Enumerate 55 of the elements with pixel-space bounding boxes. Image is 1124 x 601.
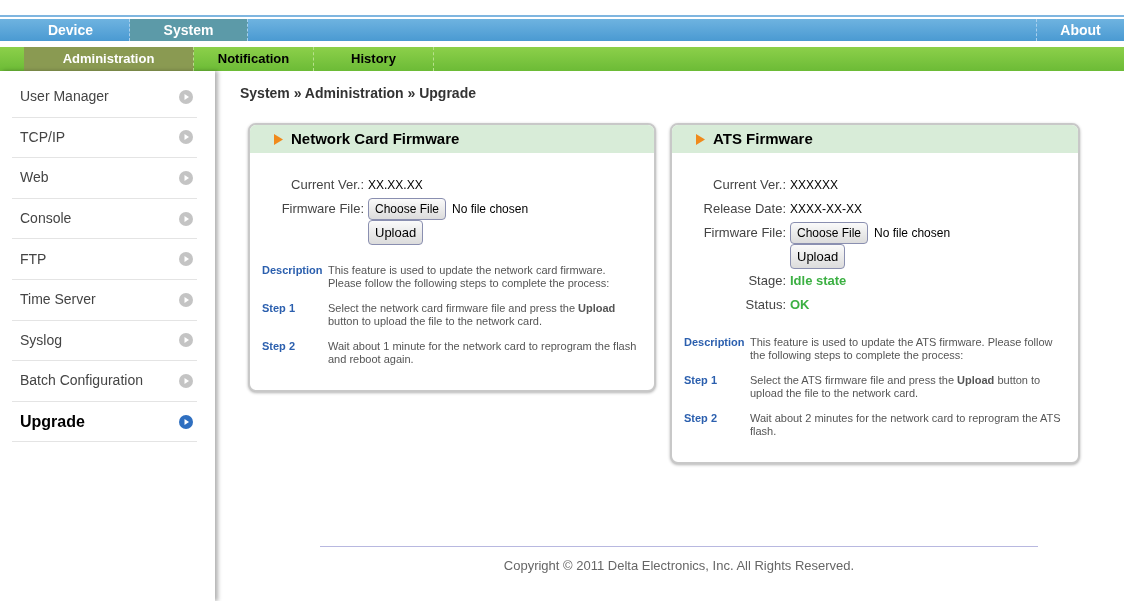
- status-value: Idle state: [790, 271, 847, 290]
- step-text: Wait about 2 minutes for the network card to reprogram the ATS flash.: [750, 412, 1062, 438]
- step-text: Select the network card firmware file and press the Upload button to upload the file to the network card.: [328, 302, 617, 328]
- sidebar-item[interactable]: Upgrade: [12, 401, 197, 443]
- sidebar-item[interactable]: Time Server: [12, 279, 197, 321]
- choose-file-button[interactable]: Choose File: [790, 221, 869, 244]
- arrow-circle-icon: [179, 333, 193, 348]
- field-label: Current Ver.:: [713, 176, 786, 192]
- step-label: Step 2: [684, 412, 718, 426]
- sub-nav-tab[interactable]: History: [314, 47, 434, 71]
- arrow-circle-icon: [179, 89, 193, 104]
- arrow-circle-icon: [179, 211, 193, 226]
- field-label: Release Date:: [703, 200, 786, 216]
- upload-button[interactable]: Upload: [790, 243, 846, 270]
- field-label: Stage:: [748, 272, 786, 288]
- step-text: Wait about 1 minute for the network card to reprogram the flash and reboot again.: [328, 340, 638, 366]
- field-value: XXXX-XX-XX: [790, 200, 863, 218]
- arrow-circle-icon: [179, 373, 193, 388]
- description-label: Description: [684, 336, 746, 350]
- triangle-icon: [274, 133, 283, 145]
- sidebar-item[interactable]: FTP: [12, 239, 197, 280]
- description-label: Description: [262, 264, 324, 278]
- arrow-circle-icon: [179, 414, 193, 429]
- triangle-icon: [696, 133, 705, 145]
- field-label: Firmware File:: [703, 224, 786, 240]
- field-label: Current Ver.:: [291, 176, 364, 192]
- arrow-circle-icon: [179, 252, 193, 267]
- sidebar-item[interactable]: Console: [12, 198, 197, 240]
- file-status-text: No file chosen: [452, 200, 529, 218]
- arrow-circle-icon: [179, 171, 193, 185]
- step-label: Step 1: [684, 374, 718, 388]
- sidebar-item[interactable]: Syslog: [12, 320, 197, 362]
- choose-file-button[interactable]: Choose File: [368, 197, 447, 220]
- description-text: This feature is used to update the network card firmware. Please follow the following steps to complete the process:: [328, 264, 611, 290]
- file-status-text: No file chosen: [874, 224, 951, 242]
- field-label: Status:: [745, 296, 786, 312]
- upload-button[interactable]: Upload: [368, 219, 424, 246]
- panel-title: ATS Firmware: [713, 128, 813, 149]
- arrow-circle-icon: [179, 292, 193, 307]
- step-label: Step 2: [262, 340, 296, 354]
- arrow-circle-icon: [179, 130, 193, 145]
- field-value: XXXXXX: [790, 176, 839, 194]
- copyright-text: Copyright © 2011 Delta Electronics, Inc. All Rights Reserved.: [503, 558, 855, 573]
- description-text: This feature is used to update the ATS firmware. Please follow the following steps to complete the process:: [750, 336, 1054, 362]
- field-label: Firmware File:: [281, 200, 364, 216]
- step-label: Step 1: [262, 302, 296, 316]
- status-value: OK: [790, 295, 810, 314]
- sidebar-item[interactable]: Batch Configuration: [12, 361, 197, 402]
- sidebar-item[interactable]: Web: [12, 158, 197, 199]
- sidebar-item[interactable]: TCP/IP: [12, 117, 197, 159]
- breadcrumb: System » Administration » Upgrade: [240, 84, 477, 103]
- panel-title: Network Card Firmware: [291, 128, 460, 149]
- step-text: Select the ATS firmware file and press the Upload button to upload the file to the network card.: [750, 374, 1042, 400]
- field-value: XX.XX.XX: [368, 176, 423, 194]
- sidebar-item[interactable]: User Manager: [12, 77, 197, 118]
